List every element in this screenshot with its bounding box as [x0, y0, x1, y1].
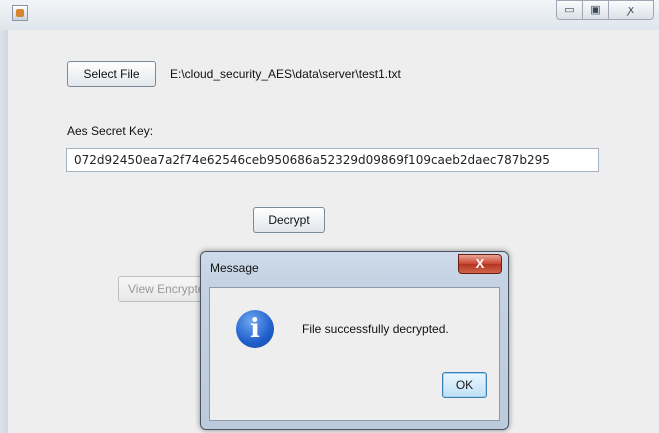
close-window-button[interactable]: ꭗ — [608, 0, 654, 20]
dialog-close-button[interactable]: X — [458, 254, 502, 274]
window-titlebar[interactable]: ▭ ▣ ꭗ — [0, 0, 659, 30]
file-path-label: E:\cloud_security_AES\data\server\test1.… — [170, 67, 401, 81]
dialog-body: i File successfully decrypted. OK — [209, 287, 500, 421]
window-frame-left — [0, 30, 8, 433]
minimize-button[interactable]: ▭ — [556, 0, 583, 20]
info-icon: i — [236, 310, 274, 348]
ok-button[interactable]: OK — [442, 372, 487, 398]
dialog-message: File successfully decrypted. — [302, 322, 449, 336]
dialog-title: Message — [210, 261, 259, 275]
java-app-icon — [12, 5, 28, 21]
message-dialog[interactable]: Message X i File successfully decrypted.… — [200, 251, 509, 430]
maximize-button[interactable]: ▣ — [582, 0, 609, 20]
secret-key-label: Aes Secret Key: — [67, 124, 154, 138]
select-file-button[interactable]: Select File — [67, 61, 156, 87]
secret-key-field[interactable]: 072d92450ea7a2f74e62546ceb950686a52329d0… — [66, 148, 599, 172]
decrypt-button[interactable]: Decrypt — [253, 207, 325, 233]
